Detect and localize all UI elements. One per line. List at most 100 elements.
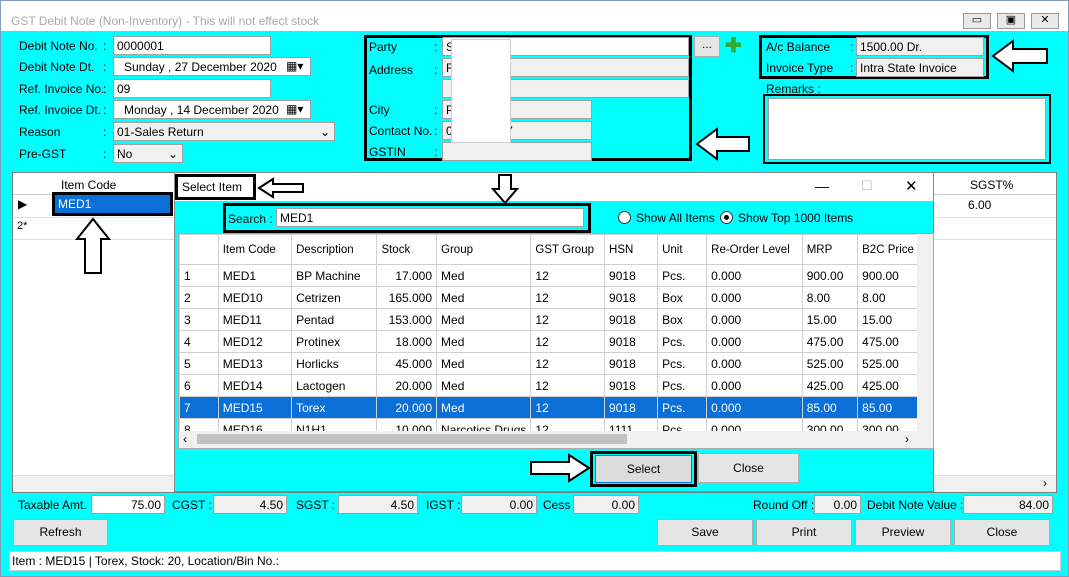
table-cell: 0.000: [706, 308, 803, 331]
minimize-icon[interactable]: —: [815, 178, 829, 194]
column-header[interactable]: B2C Price: [857, 234, 919, 265]
ref-invoice-date-picker[interactable]: Monday , 14 December 2020: [113, 100, 311, 119]
table-cell: 12: [530, 330, 606, 353]
city-label: City: [369, 103, 390, 117]
column-header[interactable]: MRP: [801, 234, 859, 265]
dnv-label: Debit Note Value :: [867, 498, 964, 512]
table-cell: 12: [530, 352, 606, 375]
debit-note-dt-label: Debit Note Dt.: [19, 60, 95, 74]
table-row[interactable]: 3 MED11 Pentad 153.000 Med 12 9018 Box 0.000 15.0…: [179, 308, 919, 331]
colon: :: [434, 40, 438, 54]
table-cell: 20.000: [376, 396, 438, 419]
print-button[interactable]: Print: [756, 519, 852, 546]
item-code-cell[interactable]: MED1: [55, 195, 170, 213]
table-row[interactable]: 2 MED10 Cetrizen 165.000 Med 12 9018 Box 0.000 8.…: [179, 286, 919, 309]
table-cell: Box: [657, 308, 708, 331]
party-more-button[interactable]: ...: [694, 36, 720, 57]
debit-note-no-field[interactable]: 0000001: [113, 36, 271, 55]
add-party-icon[interactable]: ✚: [725, 36, 742, 56]
item-list-table[interactable]: Item Code Description Stock Group GST Group H…: [178, 233, 934, 449]
table-row[interactable]: 5 MED13 Horlicks 45.000 Med 12 9018 Pcs. 0.000 52…: [179, 352, 919, 375]
table-cell: 425.00: [801, 374, 859, 397]
table-cell: Pcs.: [657, 352, 708, 375]
debit-note-no-label: Debit Note No.: [19, 39, 98, 53]
table-cell: MED12: [217, 330, 293, 353]
dialog-vscrollbar[interactable]: [917, 234, 933, 432]
debit-note-dt-value: Sunday , 27 December 2020: [124, 60, 277, 74]
refresh-button[interactable]: Refresh: [13, 519, 108, 546]
remarks-textarea[interactable]: [768, 98, 1046, 160]
new-row-marker: 2*: [17, 220, 28, 232]
radio-show-all[interactable]: [618, 211, 631, 224]
column-header[interactable]: Group: [436, 234, 532, 265]
redaction-box: [451, 39, 511, 143]
radio-show-top[interactable]: [720, 211, 733, 224]
debit-note-date-picker[interactable]: Sunday , 27 December 2020: [113, 57, 311, 76]
pre-gst-select[interactable]: No ⌄: [113, 144, 183, 163]
table-cell: 0.000: [706, 286, 803, 309]
ref-invoice-dt-value: Monday , 14 December 2020: [124, 103, 279, 117]
ref-invoice-no-field[interactable]: 09: [113, 79, 271, 98]
table-cell: MED13: [217, 352, 293, 375]
row-number: 2: [179, 286, 219, 309]
search-input[interactable]: MED1: [276, 208, 584, 227]
column-header[interactable]: Description: [291, 234, 378, 265]
column-header[interactable]: HSN: [604, 234, 659, 265]
dialog-hscrollbar[interactable]: ‹ ›: [179, 431, 933, 448]
colon: :: [103, 82, 107, 96]
table-row[interactable]: 7 MED15 Torex 20.000 Med 12 9018 Pcs. 0.000 85.00…: [179, 396, 919, 419]
table-row[interactable]: 6 MED14 Lactogen 20.000 Med 12 9018 Pcs. 0.000 42…: [179, 374, 919, 397]
table-row[interactable]: 4 MED12 Protinex 18.000 Med 12 9018 Pcs. 0.000 47…: [179, 330, 919, 353]
igst-label: IGST :: [426, 498, 461, 512]
row-number: 6: [179, 374, 219, 397]
close-icon[interactable]: ✕: [905, 177, 918, 195]
contact-label: Contact No.: [369, 124, 433, 138]
close-button[interactable]: Close: [954, 519, 1050, 546]
column-header[interactable]: Item Code: [217, 234, 293, 265]
arrow-left-icon: [991, 39, 1048, 73]
close-icon[interactable]: ✕: [1031, 13, 1059, 29]
scroll-thumb[interactable]: [197, 434, 627, 444]
reason-select[interactable]: 01-Sales Return ⌄: [113, 122, 335, 141]
table-cell: Med: [436, 264, 532, 287]
scroll-right-icon[interactable]: ›: [1043, 476, 1047, 490]
row-number: 1: [179, 264, 219, 287]
taxable-label: Taxable Amt. :: [18, 498, 94, 512]
column-header[interactable]: Stock: [376, 234, 438, 265]
select-button[interactable]: Select: [595, 455, 692, 483]
preview-button[interactable]: Preview: [855, 519, 951, 546]
igst-field: 0.00: [461, 495, 537, 514]
ref-invoice-dt-label: Ref. Invoice Dt.: [19, 103, 102, 117]
balance-label: A/c Balance: [766, 40, 831, 54]
gstin-field[interactable]: [442, 142, 592, 161]
colon: :: [434, 145, 438, 159]
row-number: 4: [179, 330, 219, 353]
table-cell: Horlicks: [291, 352, 378, 375]
table-cell: 12: [530, 308, 606, 331]
column-header[interactable]: GST Group: [530, 234, 606, 265]
table-cell: Protinex: [291, 330, 378, 353]
col-sgst: SGST%: [970, 178, 1014, 192]
table-row[interactable]: 1 MED1 BP Machine 17.000 Med 12 9018 Pcs. 0.000 9…: [179, 264, 919, 287]
table-cell: 9018: [604, 330, 659, 353]
table-cell: 12: [530, 396, 606, 419]
table-cell: 0.000: [706, 396, 803, 419]
maximize-icon[interactable]: ▣: [997, 13, 1025, 29]
colon: :: [103, 147, 107, 161]
column-header[interactable]: Re-Order Level: [706, 234, 803, 265]
scroll-right-icon[interactable]: ›: [905, 432, 909, 446]
colon: :: [434, 124, 438, 138]
table-cell: 15.00: [857, 308, 919, 331]
radio-show-top-label[interactable]: Show Top 1000 Items: [738, 211, 853, 225]
arrow-left-icon: [257, 177, 304, 199]
column-header[interactable]: Unit: [657, 234, 708, 265]
minimize-icon[interactable]: ▭: [963, 13, 991, 29]
chevron-down-icon: ⌄: [319, 125, 330, 139]
calendar-icon[interactable]: ▦▾: [286, 59, 303, 73]
scroll-left-icon[interactable]: ‹: [183, 432, 187, 446]
dialog-close-button[interactable]: Close: [698, 453, 799, 483]
radio-show-all-label[interactable]: Show All Items: [636, 211, 715, 225]
calendar-icon[interactable]: ▦▾: [286, 102, 303, 116]
colon: :: [850, 61, 854, 75]
save-button[interactable]: Save: [657, 519, 753, 546]
